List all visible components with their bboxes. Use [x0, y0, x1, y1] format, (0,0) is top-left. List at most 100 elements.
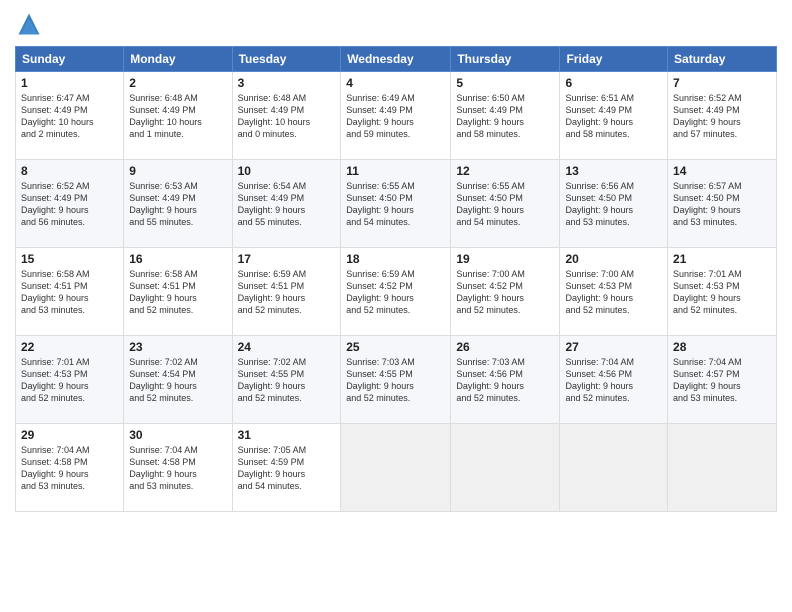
- calendar-cell: 30 Sunrise: 7:04 AM Sunset: 4:58 PM Dayli…: [124, 424, 232, 512]
- day-number: 24: [238, 340, 336, 354]
- day-info: Sunrise: 7:03 AM Sunset: 4:55 PM Dayligh…: [346, 356, 445, 405]
- calendar-cell: 17 Sunrise: 6:59 AM Sunset: 4:51 PM Dayli…: [232, 248, 341, 336]
- day-info: Sunrise: 7:00 AM Sunset: 4:52 PM Dayligh…: [456, 268, 554, 317]
- day-number: 26: [456, 340, 554, 354]
- day-info: Sunrise: 6:51 AM Sunset: 4:49 PM Dayligh…: [565, 92, 662, 141]
- weekday-header-wednesday: Wednesday: [341, 47, 451, 72]
- day-number: 7: [673, 76, 771, 90]
- day-number: 20: [565, 252, 662, 266]
- week-row-4: 22 Sunrise: 7:01 AM Sunset: 4:53 PM Dayli…: [16, 336, 777, 424]
- calendar-cell: 2 Sunrise: 6:48 AM Sunset: 4:49 PM Daylig…: [124, 72, 232, 160]
- day-number: 19: [456, 252, 554, 266]
- day-number: 8: [21, 164, 118, 178]
- day-info: Sunrise: 6:50 AM Sunset: 4:49 PM Dayligh…: [456, 92, 554, 141]
- calendar-cell: [560, 424, 668, 512]
- day-info: Sunrise: 7:01 AM Sunset: 4:53 PM Dayligh…: [21, 356, 118, 405]
- day-number: 12: [456, 164, 554, 178]
- day-info: Sunrise: 7:01 AM Sunset: 4:53 PM Dayligh…: [673, 268, 771, 317]
- calendar-cell: 7 Sunrise: 6:52 AM Sunset: 4:49 PM Daylig…: [668, 72, 777, 160]
- day-number: 15: [21, 252, 118, 266]
- calendar-cell: 13 Sunrise: 6:56 AM Sunset: 4:50 PM Dayli…: [560, 160, 668, 248]
- day-number: 16: [129, 252, 226, 266]
- calendar-cell: 11 Sunrise: 6:55 AM Sunset: 4:50 PM Dayli…: [341, 160, 451, 248]
- calendar-cell: 28 Sunrise: 7:04 AM Sunset: 4:57 PM Dayli…: [668, 336, 777, 424]
- calendar-cell: 3 Sunrise: 6:48 AM Sunset: 4:49 PM Daylig…: [232, 72, 341, 160]
- day-info: Sunrise: 6:55 AM Sunset: 4:50 PM Dayligh…: [456, 180, 554, 229]
- day-number: 23: [129, 340, 226, 354]
- weekday-header-row: SundayMondayTuesdayWednesdayThursdayFrid…: [16, 47, 777, 72]
- week-row-1: 1Sunrise: 6:47 AM Sunset: 4:49 PM Daylig…: [16, 72, 777, 160]
- calendar-cell: 24 Sunrise: 7:02 AM Sunset: 4:55 PM Dayli…: [232, 336, 341, 424]
- day-number: 27: [565, 340, 662, 354]
- day-info: Sunrise: 7:04 AM Sunset: 4:57 PM Dayligh…: [673, 356, 771, 405]
- day-number: 21: [673, 252, 771, 266]
- calendar-cell: 29 Sunrise: 7:04 AM Sunset: 4:58 PM Dayli…: [16, 424, 124, 512]
- calendar-cell: 23Sunrise: 7:02 AM Sunset: 4:54 PM Dayli…: [124, 336, 232, 424]
- calendar-cell: [451, 424, 560, 512]
- day-number: 29: [21, 428, 118, 442]
- day-number: 5: [456, 76, 554, 90]
- day-number: 22: [21, 340, 118, 354]
- day-info: Sunrise: 7:04 AM Sunset: 4:58 PM Dayligh…: [21, 444, 118, 493]
- day-number: 3: [238, 76, 336, 90]
- day-number: 13: [565, 164, 662, 178]
- day-number: 28: [673, 340, 771, 354]
- calendar-cell: 15 Sunrise: 6:58 AM Sunset: 4:51 PM Dayli…: [16, 248, 124, 336]
- day-number: 14: [673, 164, 771, 178]
- day-info: Sunrise: 6:59 AM Sunset: 4:51 PM Dayligh…: [238, 268, 336, 317]
- weekday-header-friday: Friday: [560, 47, 668, 72]
- day-info: Sunrise: 6:58 AM Sunset: 4:51 PM Dayligh…: [21, 268, 118, 317]
- calendar-cell: 10Sunrise: 6:54 AM Sunset: 4:49 PM Dayli…: [232, 160, 341, 248]
- calendar-cell: 8 Sunrise: 6:52 AM Sunset: 4:49 PM Daylig…: [16, 160, 124, 248]
- day-info: Sunrise: 7:04 AM Sunset: 4:56 PM Dayligh…: [565, 356, 662, 405]
- day-number: 2: [129, 76, 226, 90]
- day-number: 31: [238, 428, 336, 442]
- weekday-header-thursday: Thursday: [451, 47, 560, 72]
- day-number: 4: [346, 76, 445, 90]
- calendar-cell: 21 Sunrise: 7:01 AM Sunset: 4:53 PM Dayli…: [668, 248, 777, 336]
- day-info: Sunrise: 6:48 AM Sunset: 4:49 PM Dayligh…: [238, 92, 336, 141]
- day-info: Sunrise: 6:52 AM Sunset: 4:49 PM Dayligh…: [21, 180, 118, 229]
- calendar-cell: 9 Sunrise: 6:53 AM Sunset: 4:49 PM Daylig…: [124, 160, 232, 248]
- day-info: Sunrise: 7:04 AM Sunset: 4:58 PM Dayligh…: [129, 444, 226, 493]
- day-info: Sunrise: 6:49 AM Sunset: 4:49 PM Dayligh…: [346, 92, 445, 141]
- calendar-cell: 16Sunrise: 6:58 AM Sunset: 4:51 PM Dayli…: [124, 248, 232, 336]
- calendar-cell: 12 Sunrise: 6:55 AM Sunset: 4:50 PM Dayli…: [451, 160, 560, 248]
- calendar-cell: [668, 424, 777, 512]
- calendar-cell: 18 Sunrise: 6:59 AM Sunset: 4:52 PM Dayli…: [341, 248, 451, 336]
- weekday-header-tuesday: Tuesday: [232, 47, 341, 72]
- calendar-cell: 4 Sunrise: 6:49 AM Sunset: 4:49 PM Daylig…: [341, 72, 451, 160]
- day-info: Sunrise: 6:55 AM Sunset: 4:50 PM Dayligh…: [346, 180, 445, 229]
- weekday-header-saturday: Saturday: [668, 47, 777, 72]
- calendar-cell: 14Sunrise: 6:57 AM Sunset: 4:50 PM Dayli…: [668, 160, 777, 248]
- day-number: 11: [346, 164, 445, 178]
- day-number: 30: [129, 428, 226, 442]
- calendar-table: SundayMondayTuesdayWednesdayThursdayFrid…: [15, 46, 777, 512]
- day-number: 9: [129, 164, 226, 178]
- day-info: Sunrise: 6:56 AM Sunset: 4:50 PM Dayligh…: [565, 180, 662, 229]
- day-info: Sunrise: 6:48 AM Sunset: 4:49 PM Dayligh…: [129, 92, 226, 141]
- logo-icon: [15, 10, 43, 38]
- calendar-cell: 1Sunrise: 6:47 AM Sunset: 4:49 PM Daylig…: [16, 72, 124, 160]
- calendar-cell: 19 Sunrise: 7:00 AM Sunset: 4:52 PM Dayli…: [451, 248, 560, 336]
- calendar-cell: 22 Sunrise: 7:01 AM Sunset: 4:53 PM Dayli…: [16, 336, 124, 424]
- day-info: Sunrise: 7:05 AM Sunset: 4:59 PM Dayligh…: [238, 444, 336, 493]
- week-row-5: 29 Sunrise: 7:04 AM Sunset: 4:58 PM Dayli…: [16, 424, 777, 512]
- day-info: Sunrise: 6:59 AM Sunset: 4:52 PM Dayligh…: [346, 268, 445, 317]
- week-row-2: 8 Sunrise: 6:52 AM Sunset: 4:49 PM Daylig…: [16, 160, 777, 248]
- day-info: Sunrise: 6:53 AM Sunset: 4:49 PM Dayligh…: [129, 180, 226, 229]
- day-number: 18: [346, 252, 445, 266]
- day-info: Sunrise: 7:03 AM Sunset: 4:56 PM Dayligh…: [456, 356, 554, 405]
- day-info: Sunrise: 7:02 AM Sunset: 4:55 PM Dayligh…: [238, 356, 336, 405]
- calendar-cell: 31 Sunrise: 7:05 AM Sunset: 4:59 PM Dayli…: [232, 424, 341, 512]
- day-number: 10: [238, 164, 336, 178]
- logo: [15, 10, 47, 38]
- day-number: 25: [346, 340, 445, 354]
- calendar-cell: 26 Sunrise: 7:03 AM Sunset: 4:56 PM Dayli…: [451, 336, 560, 424]
- day-info: Sunrise: 6:47 AM Sunset: 4:49 PM Dayligh…: [21, 92, 118, 141]
- day-number: 17: [238, 252, 336, 266]
- day-info: Sunrise: 7:00 AM Sunset: 4:53 PM Dayligh…: [565, 268, 662, 317]
- day-info: Sunrise: 6:52 AM Sunset: 4:49 PM Dayligh…: [673, 92, 771, 141]
- calendar-cell: 5 Sunrise: 6:50 AM Sunset: 4:49 PM Daylig…: [451, 72, 560, 160]
- day-number: 6: [565, 76, 662, 90]
